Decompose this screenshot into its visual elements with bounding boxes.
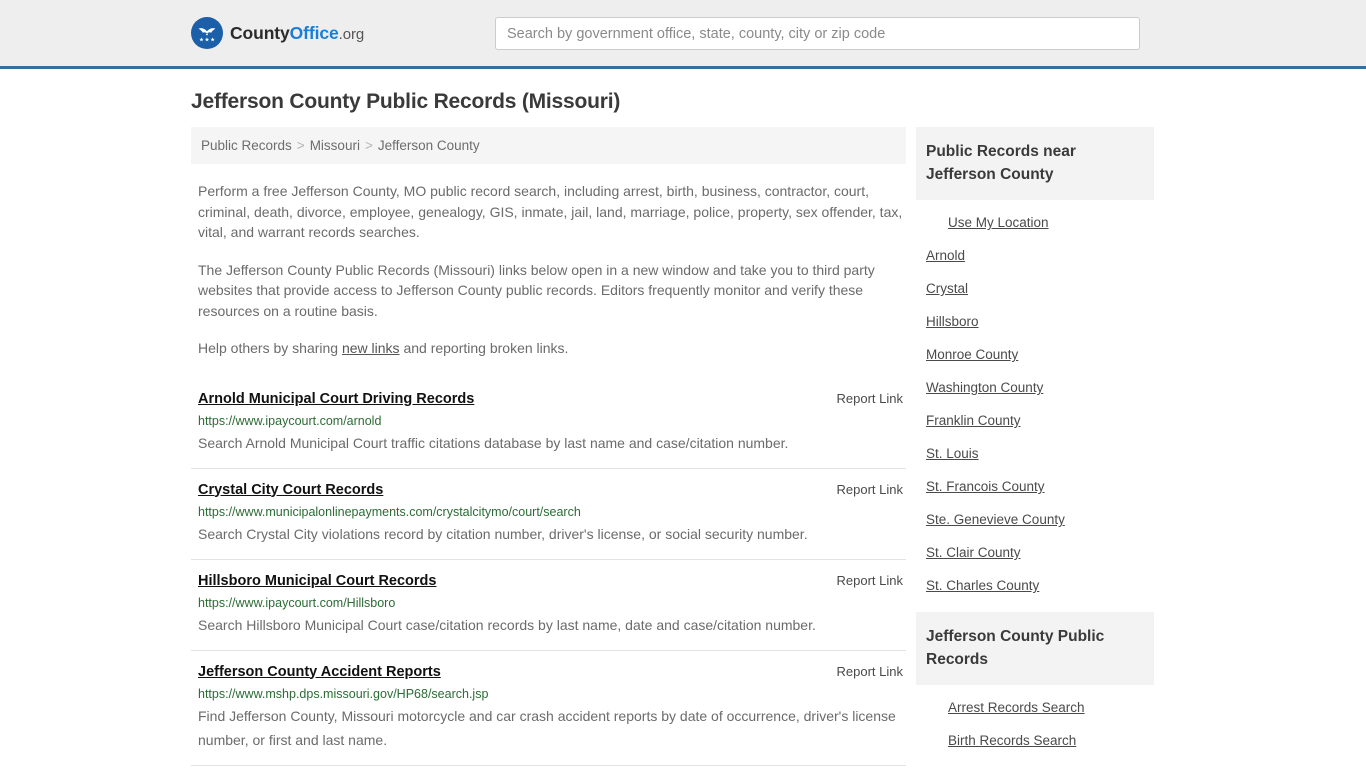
report-link-button[interactable]: Report Link	[837, 573, 903, 588]
result-item: Jefferson County Adoption Records Report…	[191, 764, 906, 768]
logo-text-org: .org	[338, 25, 365, 43]
sidebar-link-washington-county[interactable]: Washington County	[916, 371, 1154, 404]
results-list: Arnold Municipal Court Driving Records R…	[191, 381, 906, 768]
result-item: Jefferson County Accident Reports Report…	[191, 649, 906, 765]
breadcrumb-item-missouri[interactable]: Missouri	[310, 138, 360, 153]
result-url: https://www.ipaycourt.com/Hillsboro	[198, 595, 396, 610]
sidebar-records-links: Arrest Records Search Birth Records Sear…	[916, 685, 1154, 757]
sidebar-link-arrest-records-search[interactable]: Arrest Records Search	[916, 691, 1154, 724]
sidebar-link-st-clair-county[interactable]: St. Clair County	[916, 536, 1154, 569]
sidebar-link-birth-records-search[interactable]: Birth Records Search	[916, 724, 1154, 757]
share-text-before: Help others by sharing	[198, 340, 342, 356]
report-link-button[interactable]: Report Link	[837, 664, 903, 679]
logo-text-county: County	[230, 22, 290, 43]
breadcrumb-separator: >	[364, 138, 373, 153]
search-container	[495, 17, 1140, 50]
page-title: Jefferson County Public Records (Missour…	[191, 90, 621, 113]
sidebar-link-hillsboro[interactable]: Hillsboro	[916, 305, 1154, 338]
result-title-link[interactable]: Crystal City Court Records	[198, 482, 383, 498]
breadcrumb-item-public-records[interactable]: Public Records	[201, 138, 292, 153]
page-container: Jefferson County Public Records (Missour…	[0, 90, 1366, 768]
report-link-button[interactable]: Report Link	[837, 391, 903, 406]
result-url: https://www.mshp.dps.missouri.gov/HP68/s…	[198, 686, 489, 701]
sidebar-near-heading: Public Records near Jefferson County	[916, 127, 1154, 200]
site-logo[interactable]: CountyOffice.org	[191, 17, 364, 49]
intro-paragraph-2: The Jefferson County Public Records (Mis…	[198, 261, 875, 319]
search-input[interactable]	[495, 17, 1140, 50]
result-description: Search Hillsboro Municipal Court case/ci…	[198, 616, 816, 633]
sidebar-link-franklin-county[interactable]: Franklin County	[916, 404, 1154, 437]
new-links-link[interactable]: new links	[342, 340, 400, 356]
result-title-link[interactable]: Arnold Municipal Court Driving Records	[198, 391, 474, 407]
report-link-button[interactable]: Report Link	[837, 482, 903, 497]
sidebar-near-links: Use My Location Arnold Crystal Hillsboro…	[916, 200, 1154, 602]
result-url: https://www.municipalonlinepayments.com/…	[198, 504, 581, 519]
result-header: Jefferson County Accident Reports Report…	[198, 664, 903, 680]
site-logo-text: CountyOffice.org	[230, 23, 364, 44]
result-url: https://www.ipaycourt.com/arnold	[198, 413, 382, 428]
result-header: Hillsboro Municipal Court Records Report…	[198, 573, 903, 589]
sidebar-box-near: Public Records near Jefferson County Use…	[916, 127, 1154, 602]
breadcrumb-item-jefferson-county[interactable]: Jefferson County	[378, 138, 480, 153]
share-text-after: and reporting broken links.	[399, 340, 569, 356]
sidebar-link-crystal[interactable]: Crystal	[916, 272, 1154, 305]
result-title-link[interactable]: Jefferson County Accident Reports	[198, 664, 441, 680]
result-item: Arnold Municipal Court Driving Records R…	[191, 381, 906, 468]
logo-text-office: Office	[289, 22, 339, 43]
breadcrumb-separator: >	[296, 138, 305, 153]
result-description: Find Jefferson County, Missouri motorcyc…	[198, 707, 896, 748]
result-item: Crystal City Court Records Report Link h…	[191, 467, 906, 559]
sidebar-link-use-my-location[interactable]: Use My Location	[916, 206, 1154, 239]
sidebar-link-st-charles-county[interactable]: St. Charles County	[916, 569, 1154, 602]
sidebar-link-st-louis[interactable]: St. Louis	[916, 437, 1154, 470]
result-title-link[interactable]: Hillsboro Municipal Court Records	[198, 573, 436, 589]
result-description: Search Arnold Municipal Court traffic ci…	[198, 434, 789, 451]
content-columns: Public Records > Missouri > Jefferson County…	[191, 127, 1175, 768]
result-description: Search Crystal City violations record by…	[198, 525, 808, 542]
result-header: Arnold Municipal Court Driving Records R…	[198, 391, 903, 407]
breadcrumb: Public Records > Missouri > Jefferson County	[191, 127, 906, 164]
intro-paragraph-3: Help others by sharing new links and rep…	[191, 338, 906, 359]
sidebar-box-records: Jefferson County Public Records Arrest R…	[916, 612, 1154, 757]
sidebar-link-monroe-county[interactable]: Monroe County	[916, 338, 1154, 371]
intro-paragraph-1: Perform a free Jefferson County, MO publ…	[198, 183, 903, 240]
site-header: CountyOffice.org	[0, 0, 1366, 69]
sidebar: Public Records near Jefferson County Use…	[916, 127, 1154, 767]
eagle-seal-icon	[191, 17, 223, 49]
sidebar-link-arnold[interactable]: Arnold	[916, 239, 1154, 272]
sidebar-link-st-francois-county[interactable]: St. Francois County	[916, 470, 1154, 503]
result-item: Hillsboro Municipal Court Records Report…	[191, 558, 906, 650]
sidebar-link-ste-genevieve-county[interactable]: Ste. Genevieve County	[916, 503, 1154, 536]
result-header: Crystal City Court Records Report Link	[198, 482, 903, 498]
main-column: Public Records > Missouri > Jefferson County…	[191, 127, 906, 768]
sidebar-records-heading: Jefferson County Public Records	[916, 612, 1154, 685]
